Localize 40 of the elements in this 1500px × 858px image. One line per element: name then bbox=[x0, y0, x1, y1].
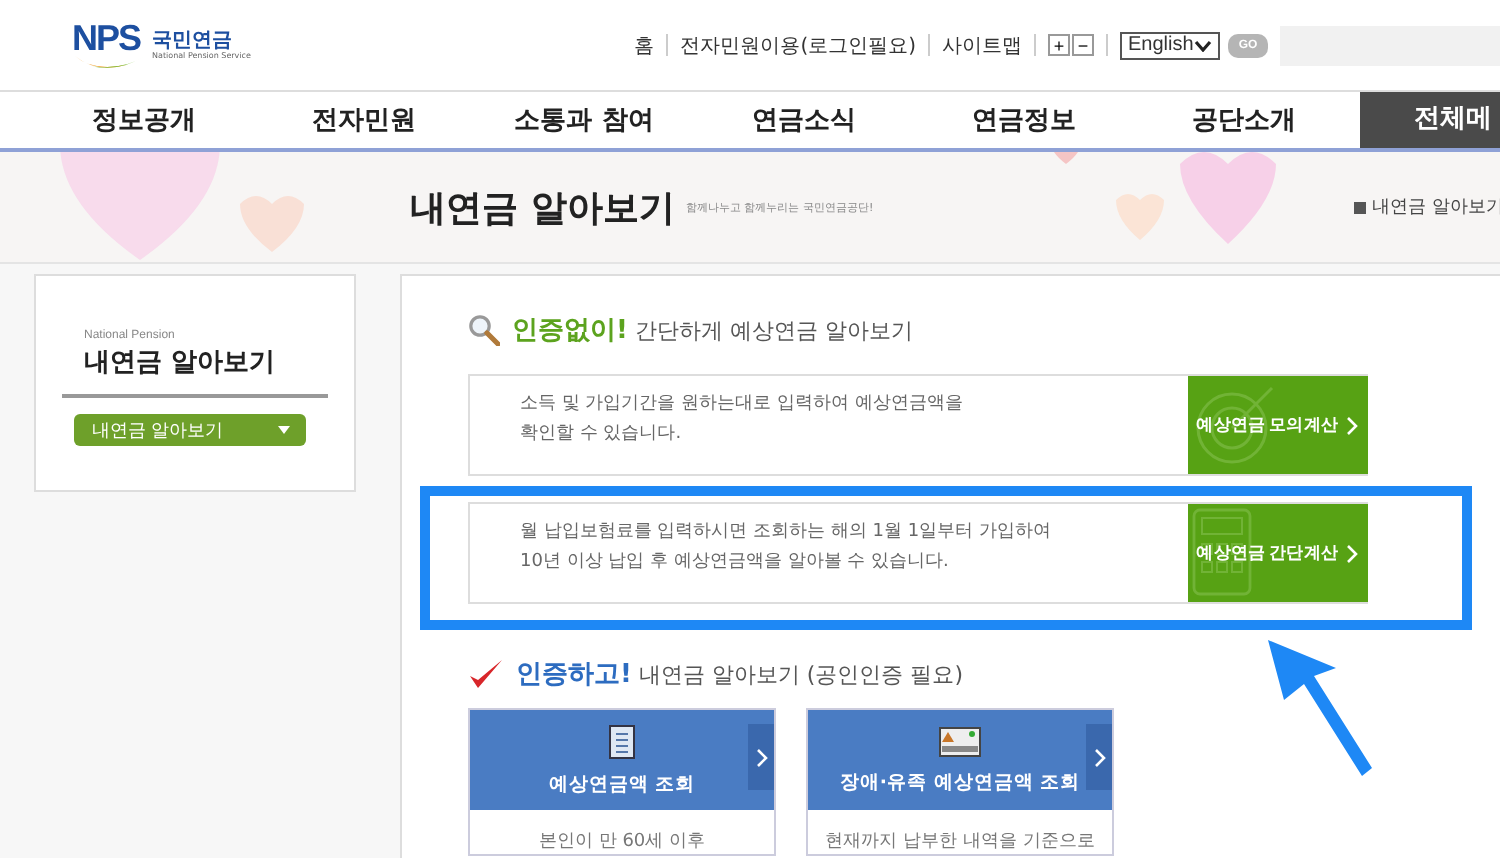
card-arrow-tab[interactable] bbox=[1086, 724, 1112, 790]
all-menu-button[interactable]: 전체메 bbox=[1360, 92, 1500, 148]
utility-link[interactable]: 사이트맵 bbox=[942, 31, 1022, 59]
id-card-icon bbox=[938, 725, 982, 757]
option-description: 월 납입보험료를 입력하시면 조회하는 해의 1월 1일부터 가입하여 10년 이상 납입 후 예상연금액을 알아볼 수 있습니다. bbox=[518, 520, 1053, 576]
page-title: 내연금 알아보기 bbox=[410, 185, 675, 231]
nav-item[interactable]: 전자민원 bbox=[254, 102, 474, 138]
sidebar-title: 내연금 알아보기 bbox=[82, 346, 278, 382]
font-size-button[interactable]: + bbox=[1048, 34, 1070, 56]
logo-name: 국민연금 bbox=[152, 31, 234, 51]
search-icon bbox=[468, 314, 500, 346]
nav-item[interactable]: 연금정보 bbox=[914, 102, 1134, 138]
chevron-icon bbox=[1346, 415, 1358, 435]
nav-item[interactable]: 소통과 참여 bbox=[474, 102, 694, 138]
option-description: 소득 및 가입기간을 원하는대로 입력하여 예상연금액을 확인할 수 있습니다. bbox=[518, 392, 965, 448]
card-title: 장애·유족 예상연금액 조회 bbox=[839, 769, 1081, 795]
font-size-button[interactable]: − bbox=[1072, 34, 1094, 56]
nav-item[interactable]: 연금소식 bbox=[694, 102, 914, 138]
chevron-icon bbox=[1346, 543, 1358, 563]
card-title: 예상연금액 조회 bbox=[548, 771, 696, 797]
logo-mark: NPS bbox=[72, 21, 141, 55]
chevron-icon bbox=[1093, 747, 1105, 767]
utility-link[interactable]: 홈 bbox=[634, 31, 655, 59]
check-icon bbox=[468, 658, 504, 690]
nav-item[interactable]: 정보공개 bbox=[34, 102, 254, 138]
card-text: 본인이 만 60세 이후 bbox=[536, 830, 708, 854]
breadcrumb[interactable]: 내연금 알아보기 bbox=[1354, 194, 1500, 220]
caret-icon bbox=[1194, 39, 1212, 51]
language-select[interactable]: English bbox=[1120, 31, 1220, 59]
caret-icon bbox=[278, 426, 290, 434]
service-card[interactable]: 예상연금액 조회 본인이 만 60세 이후 bbox=[468, 708, 776, 856]
card-text: 현재까지 납부한 내역을 기준으로 bbox=[823, 830, 1097, 854]
book-icon bbox=[608, 723, 636, 759]
section-heading: 인증없이! 간단하게 예상연금 알아보기 bbox=[512, 314, 913, 348]
service-card[interactable]: 장애·유족 예상연금액 조회 현재까지 납부한 내역을 기준으로 bbox=[806, 708, 1114, 856]
section-heading: 인증하고! 내연금 알아보기 (공인인증 필요) bbox=[516, 658, 964, 692]
chevron-icon bbox=[755, 747, 767, 767]
nav-item[interactable]: 공단소개 bbox=[1134, 102, 1354, 138]
utility-link[interactable]: 전자민원이용(로그인필요) bbox=[680, 31, 916, 59]
card-arrow-tab[interactable] bbox=[748, 724, 774, 790]
